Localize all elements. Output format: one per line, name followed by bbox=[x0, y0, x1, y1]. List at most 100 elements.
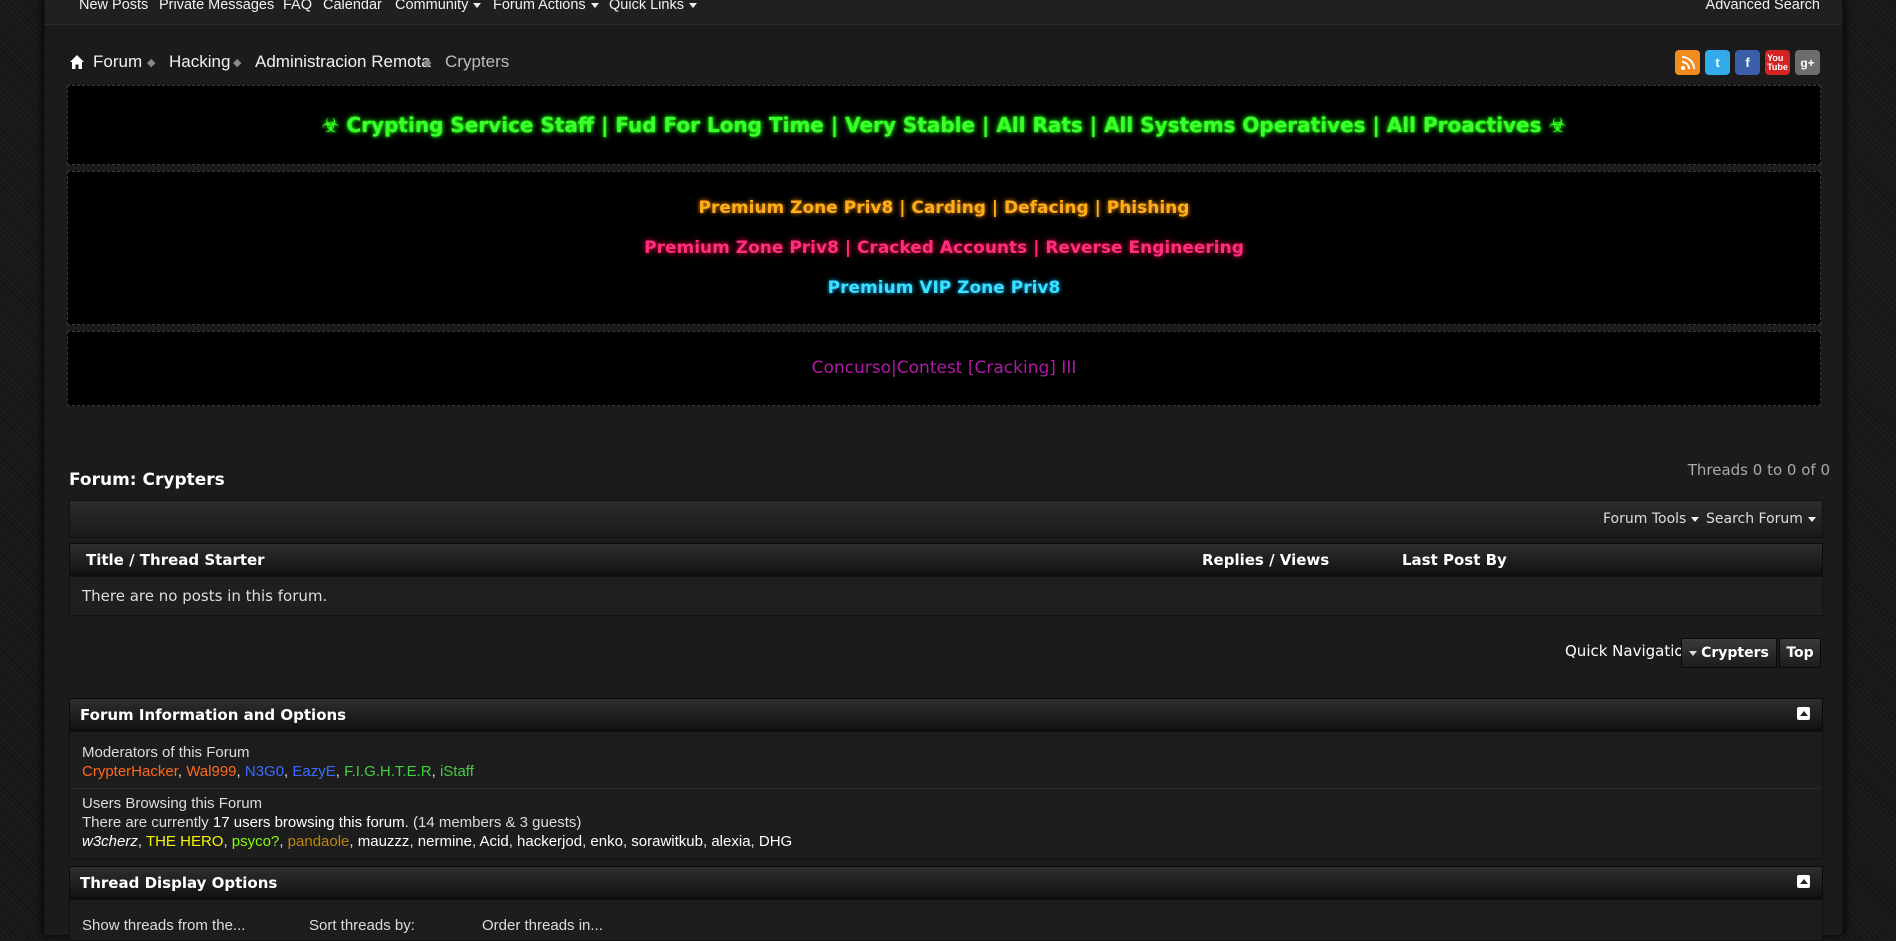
youtube-icon[interactable]: You Tube bbox=[1765, 50, 1790, 75]
user-link[interactable]: mauzzz bbox=[358, 833, 410, 850]
nav-new-posts[interactable]: New Posts bbox=[79, 0, 148, 13]
thread-display-options-header: Thread Display Options bbox=[69, 866, 1823, 899]
forum-info-header: Forum Information and Options bbox=[69, 698, 1823, 731]
user-link[interactable]: nermine bbox=[418, 833, 472, 850]
contest-banner: Concurso|Contest [Cracking] III bbox=[67, 331, 1821, 406]
collapse-icon[interactable] bbox=[1797, 875, 1810, 888]
facebook-icon[interactable]: f bbox=[1735, 50, 1760, 75]
sort-threads-label: Sort threads by: bbox=[309, 917, 415, 934]
chevron-down-icon bbox=[473, 2, 482, 8]
browsing-suffix: . (14 members & 3 guests) bbox=[404, 814, 582, 831]
list-separator: , bbox=[223, 833, 232, 850]
empty-thread-list: There are no posts in this forum. bbox=[69, 576, 1823, 616]
chevron-down-icon bbox=[688, 2, 697, 8]
search-forum-label: Search Forum bbox=[1706, 511, 1803, 527]
nav-private-messages[interactable]: Private Messages bbox=[159, 0, 274, 13]
moderator-link[interactable]: CrypterHacker bbox=[82, 763, 178, 780]
breadcrumb-separator-icon: ◆ bbox=[147, 57, 156, 69]
crypting-banner: ☣ Crypting Service Staff | Fud For Long … bbox=[67, 85, 1821, 165]
column-title[interactable]: Title / Thread Starter bbox=[86, 551, 265, 569]
contest-link[interactable]: Concurso|Contest [Cracking] III bbox=[68, 358, 1820, 378]
top-button[interactable]: Top bbox=[1779, 638, 1821, 668]
search-forum-button[interactable]: Search Forum bbox=[1706, 511, 1816, 527]
nav-faq[interactable]: FAQ bbox=[283, 0, 312, 13]
forum-title: Forum: Crypters bbox=[69, 470, 225, 490]
nav-forum-actions[interactable]: Forum Actions bbox=[493, 0, 599, 13]
users-browsing-label: Users Browsing this Forum bbox=[82, 795, 263, 812]
user-link[interactable]: alexia bbox=[711, 833, 750, 850]
browsing-count-bold: 17 users browsing this forum bbox=[212, 814, 405, 831]
twitter-icon[interactable]: t bbox=[1705, 50, 1730, 75]
chevron-down-icon bbox=[1807, 516, 1816, 522]
moderators-list: CrypterHacker, Wal999, N3G0, EazyE, F.I.… bbox=[82, 763, 474, 780]
breadcrumb-hacking[interactable]: Hacking bbox=[169, 52, 230, 72]
google-plus-icon[interactable]: g+ bbox=[1795, 50, 1820, 75]
order-threads-label: Order threads in... bbox=[482, 917, 603, 934]
user-link[interactable]: sorawitkub bbox=[631, 833, 703, 850]
forum-tools-label: Forum Tools bbox=[1603, 511, 1687, 527]
crypting-banner-text[interactable]: ☣ Crypting Service Staff | Fud For Long … bbox=[68, 113, 1820, 137]
user-link[interactable]: enko bbox=[590, 833, 623, 850]
rss-icon[interactable] bbox=[1675, 50, 1700, 75]
user-link[interactable]: THE HERO bbox=[146, 833, 224, 850]
list-separator: , bbox=[279, 833, 288, 850]
thread-display-options-heading: Thread Display Options bbox=[80, 874, 278, 892]
home-icon[interactable] bbox=[69, 54, 85, 70]
nav-calendar[interactable]: Calendar bbox=[323, 0, 382, 13]
user-link[interactable]: Acid bbox=[480, 833, 509, 850]
forum-info-body: Moderators of this Forum CrypterHacker, … bbox=[69, 731, 1823, 859]
moderator-link[interactable]: EazyE bbox=[292, 763, 335, 780]
premium-zone-links-2[interactable]: Premium Zone Priv8 | Cracked Accounts | … bbox=[68, 238, 1820, 258]
moderator-link[interactable]: N3G0 bbox=[245, 763, 284, 780]
chevron-down-icon bbox=[590, 2, 599, 8]
premium-vip-zone-link[interactable]: Premium VIP Zone Priv8 bbox=[68, 278, 1820, 298]
breadcrumb-administracion-remota[interactable]: Administracion Remota bbox=[255, 52, 431, 72]
nav-quick-links-label: Quick Links bbox=[609, 0, 684, 13]
user-link[interactable]: psyco? bbox=[232, 833, 280, 850]
list-separator: , bbox=[750, 833, 759, 850]
premium-zone-banner: Premium Zone Priv8 | Carding | Defacing … bbox=[67, 171, 1821, 325]
breadcrumb-current: Crypters bbox=[445, 52, 510, 71]
breadcrumb-separator-icon: ◆ bbox=[233, 57, 242, 69]
top-navbar: New Posts Private Messages FAQ Calendar … bbox=[45, 0, 1842, 25]
page-container: New Posts Private Messages FAQ Calendar … bbox=[43, 0, 1844, 941]
user-link[interactable]: w3cherz bbox=[82, 833, 138, 850]
moderator-link[interactable]: iStaff bbox=[440, 763, 474, 780]
show-threads-label: Show threads from the... bbox=[82, 917, 246, 934]
moderator-link[interactable]: Wal999 bbox=[186, 763, 236, 780]
collapse-icon[interactable] bbox=[1797, 707, 1810, 720]
user-link[interactable]: pandaole bbox=[288, 833, 350, 850]
premium-zone-links-1[interactable]: Premium Zone Priv8 | Carding | Defacing … bbox=[68, 198, 1820, 218]
list-separator: , bbox=[236, 763, 245, 780]
list-separator: , bbox=[335, 763, 345, 780]
nav-community[interactable]: Community bbox=[395, 0, 482, 13]
breadcrumb-forum[interactable]: Forum bbox=[93, 52, 142, 72]
list-separator: , bbox=[349, 833, 358, 850]
list-separator: , bbox=[431, 763, 440, 780]
list-separator: , bbox=[471, 833, 480, 850]
advanced-search-link[interactable]: Advanced Search bbox=[1706, 0, 1820, 13]
forum-info-heading: Forum Information and Options bbox=[80, 706, 347, 724]
no-posts-message: There are no posts in this forum. bbox=[82, 587, 328, 605]
moderators-label: Moderators of this Forum bbox=[82, 744, 250, 761]
browsing-prefix: There are currently bbox=[82, 814, 213, 831]
users-browsing-list: w3cherz, THE HERO, psyco?, pandaole, mau… bbox=[82, 833, 792, 850]
forum-tools-button[interactable]: Forum Tools bbox=[1603, 511, 1700, 527]
list-separator: , bbox=[409, 833, 418, 850]
list-separator: , bbox=[508, 833, 518, 850]
quick-navigation-label: Quick Navigation bbox=[1565, 642, 1694, 660]
breadcrumb-separator-icon: ◆ bbox=[423, 57, 432, 69]
nav-quick-links[interactable]: Quick Links bbox=[609, 0, 697, 13]
divider bbox=[70, 788, 1822, 789]
moderator-link[interactable]: F.I.G.H.T.E.R bbox=[344, 763, 432, 780]
quick-navigation-current: Crypters bbox=[1701, 645, 1769, 661]
thread-list-header: Title / Thread Starter Replies / Views L… bbox=[69, 543, 1823, 576]
column-last-post[interactable]: Last Post By bbox=[1402, 551, 1507, 569]
thread-count: Threads 0 to 0 of 0 bbox=[1687, 461, 1830, 479]
list-separator: , bbox=[137, 833, 146, 850]
quick-navigation-select[interactable]: Crypters bbox=[1681, 638, 1777, 668]
user-link[interactable]: DHG bbox=[759, 833, 792, 850]
user-link[interactable]: hackerjod bbox=[517, 833, 582, 850]
nav-community-label: Community bbox=[395, 0, 469, 13]
column-replies-views[interactable]: Replies / Views bbox=[1202, 551, 1329, 569]
